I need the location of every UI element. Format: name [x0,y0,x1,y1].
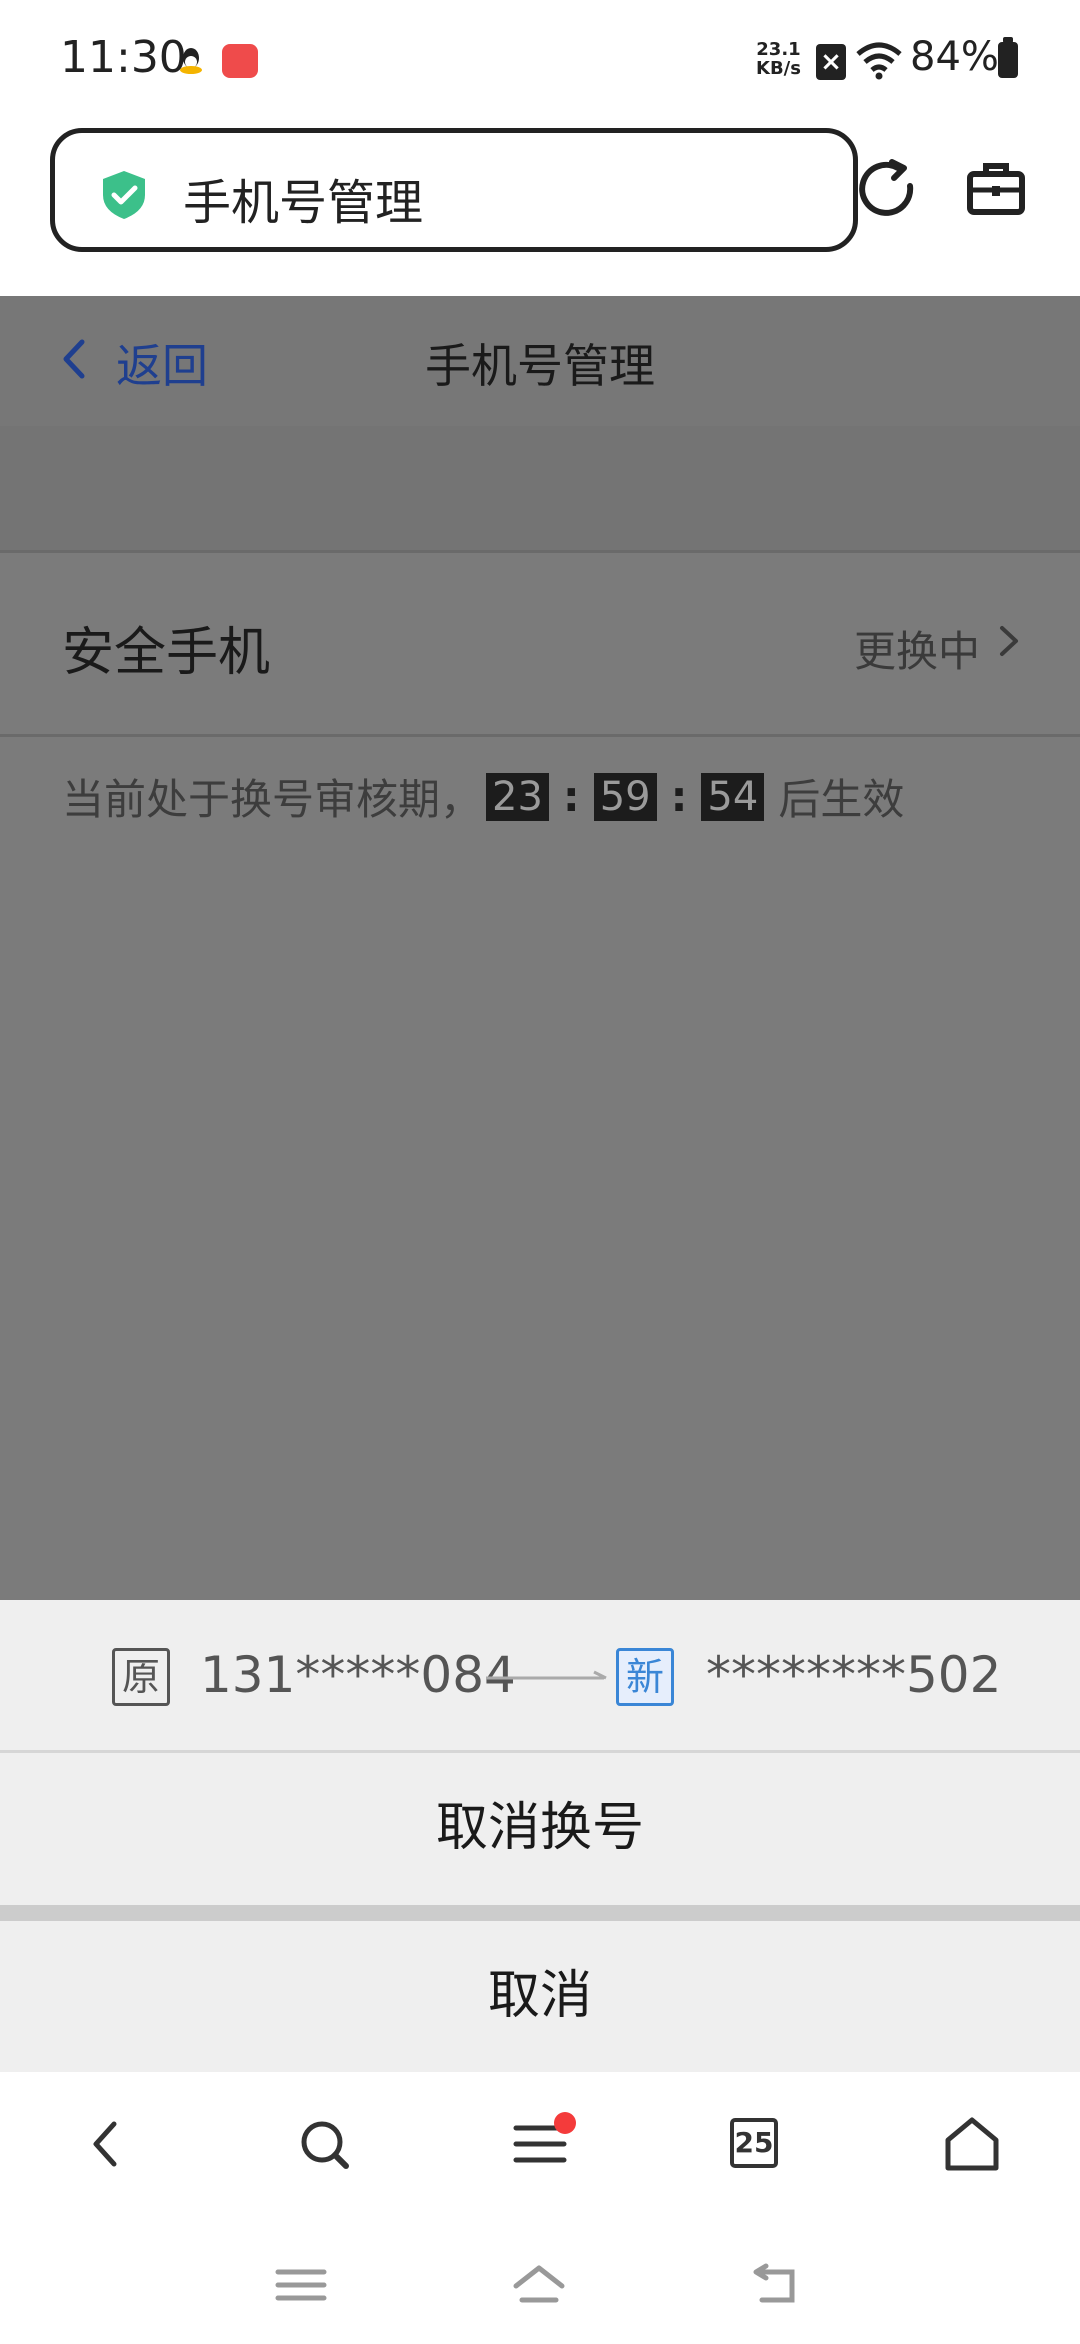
chevron-right-icon [1000,626,1018,656]
qq-icon [180,48,202,74]
home-icon[interactable] [940,2112,1004,2176]
net-speed-unit: KB/s [756,58,801,79]
arrow-right-icon [486,1670,607,1680]
system-home-icon[interactable] [512,2262,566,2308]
old-number-tag: 原 [112,1648,170,1706]
review-notice: 当前处于换号审核期， 23 : 59 : 54 后生效 [62,766,904,827]
countdown-colon: : [562,772,580,821]
new-number-tag: 新 [616,1648,674,1706]
recents-icon[interactable] [274,2262,328,2308]
system-nav-bar [0,2222,1080,2344]
separator [0,1905,1080,1921]
browser-top-bar: 手机号管理 [0,120,1080,296]
system-back-icon[interactable] [752,2262,806,2308]
countdown-seconds: 54 [701,772,765,821]
shield-check-icon [103,171,145,219]
divider [0,734,1080,737]
countdown-colon: : [670,772,688,821]
net-speed-value: 23.1 [756,39,801,60]
battery-percent: 84% [910,34,999,80]
number-change-row: 原 131*****084 新 ********502 [0,1600,1080,1750]
battery-icon [998,37,1018,78]
notice-prefix: 当前处于换号审核期， [62,775,483,824]
page-header: 返回 手机号管理 [0,296,1080,426]
address-bar-title: 手机号管理 [183,175,424,231]
notice-suffix: 后生效 [778,775,905,824]
back-icon[interactable] [74,2112,138,2176]
page-content: 返回 手机号管理 安全手机 更换中 当前处于换号审核期， 23 : 59 : 5… [0,296,1080,1600]
tabs-icon[interactable]: 25 [730,2118,778,2168]
reload-icon[interactable] [858,158,918,218]
section-spacer [0,426,1080,550]
notification-dot [554,2112,576,2134]
countdown-minutes: 59 [593,772,657,821]
sim-off-icon: × [816,44,846,80]
divider [0,550,1080,553]
cancel-change-button[interactable]: 取消换号 [0,1753,1080,1903]
secure-phone-row[interactable]: 安全手机 更换中 [0,554,1080,734]
search-icon[interactable] [292,2112,356,2176]
browser-toolbar: 25 [0,2072,1080,2222]
address-bar[interactable]: 手机号管理 [50,128,858,252]
toolbox-icon[interactable] [966,160,1026,216]
countdown-hours: 23 [486,772,549,821]
action-sheet: 原 131*****084 新 ********502 取消换号 取消 [0,1600,1080,2072]
net-speed: 23.1 KB/s [756,40,801,78]
secure-phone-label: 安全手机 [62,623,271,683]
old-number: 131*****084 [200,1646,516,1704]
status-time: 11:30 [60,32,187,83]
status-bar: 11:30 23.1 KB/s × 84% [0,0,1080,120]
page-title: 手机号管理 [425,339,655,393]
new-number: ********502 [706,1646,1002,1704]
wifi-icon [856,42,902,80]
secure-phone-status: 更换中 [853,627,980,676]
cancel-button[interactable]: 取消 [0,1921,1080,2071]
huawei-app-icon [222,44,258,78]
